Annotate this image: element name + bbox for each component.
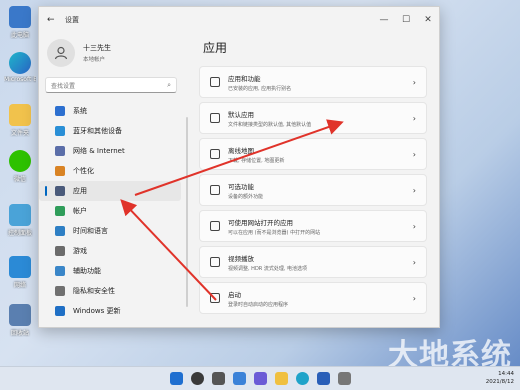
task-view-icon[interactable] [211,372,225,385]
widgets-icon[interactable] [232,372,246,385]
arrow-to-default-apps [134,119,344,196]
search-taskbar-icon[interactable] [190,372,204,385]
store-icon[interactable] [316,372,330,385]
arrow-to-apps-nav [120,199,217,301]
start-icon[interactable] [169,372,183,385]
clock-date: 2021/8/12 [485,379,514,385]
file-explorer-icon[interactable] [274,372,288,385]
chat-icon[interactable] [253,372,267,385]
clock-time: 14:44 [498,371,514,377]
settings-taskbar-icon[interactable] [337,372,351,385]
taskbar: 14:44 2021/8/12 [0,366,520,390]
system-clock[interactable]: 14:44 2021/8/12 [486,370,514,386]
edge-taskbar-icon[interactable] [295,372,309,385]
